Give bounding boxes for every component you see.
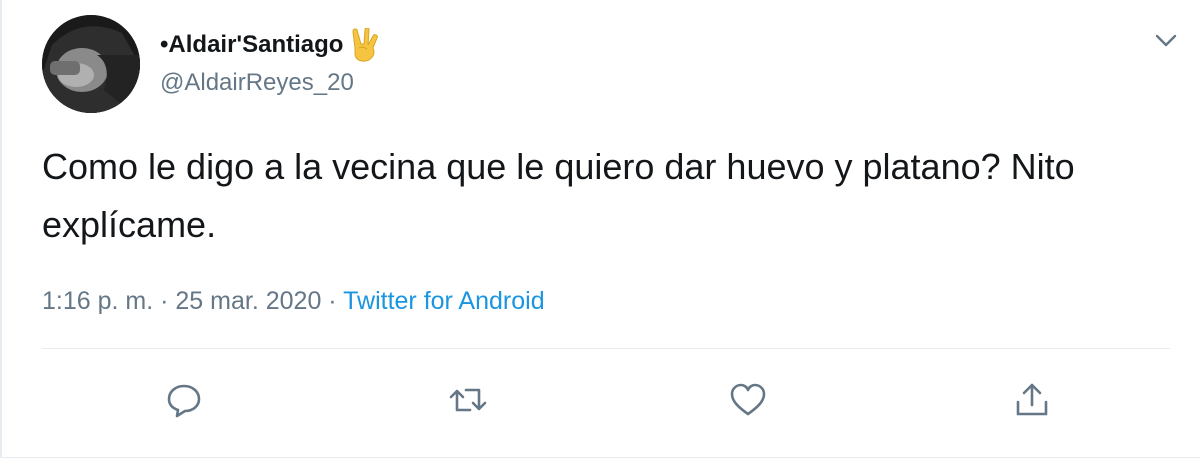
avatar-photo [42, 15, 140, 113]
comment-icon [167, 384, 201, 418]
meta-separator: · [328, 287, 337, 315]
display-name[interactable]: •Aldair'Santiago [160, 33, 343, 57]
victory-hand-emoji [351, 27, 379, 62]
heart-icon [730, 383, 766, 416]
user-avatar[interactable] [42, 15, 140, 113]
divider [42, 348, 1170, 349]
author-name-row: •Aldair'Santiago [160, 27, 379, 62]
tweet-date[interactable]: 25 mar. 2020 [175, 287, 321, 315]
reply-button[interactable] [162, 378, 206, 422]
tweet-text: Como le digo a la vecina que le quiero d… [42, 146, 1075, 245]
share-icon [1016, 383, 1048, 416]
tweet-meta: 1:16 p. m. · 25 mar. 2020 · Twitter for … [42, 286, 545, 316]
chevron-down-icon[interactable] [1152, 26, 1180, 54]
share-button[interactable] [1010, 378, 1054, 422]
like-button[interactable] [726, 378, 770, 422]
user-handle[interactable]: @AldairReyes_20 [160, 71, 354, 95]
tweet-source-link[interactable]: Twitter for Android [343, 287, 544, 315]
tweet-time[interactable]: 1:16 p. m. [42, 287, 153, 315]
tweet-card: •Aldair'Santiago @AldairReyes_20 Como le… [0, 0, 1200, 458]
retweet-button[interactable] [446, 378, 490, 422]
retweet-icon [449, 388, 487, 412]
meta-separator: · [160, 287, 169, 315]
